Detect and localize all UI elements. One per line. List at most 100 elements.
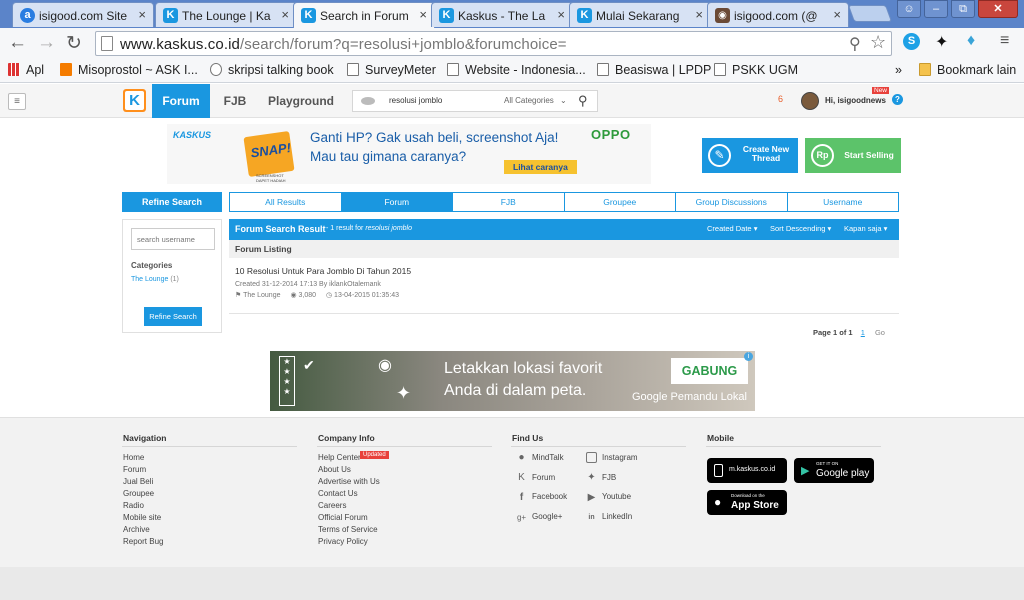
tab-group-discussions[interactable]: Group Discussions xyxy=(676,193,788,211)
search-bar[interactable]: resolusi jomblo All Categories ⌄ ⚲ xyxy=(352,90,598,112)
bookmark-item[interactable]: skripsi talking book xyxy=(210,63,334,77)
ghost-extension-icon[interactable]: ♦ xyxy=(967,32,975,50)
go-button[interactable]: Go xyxy=(875,328,885,337)
footer-link[interactable]: Privacy Policy xyxy=(318,537,368,546)
top-ad-banner[interactable]: KASKUS SNAP! SCREENSHOT DAPET HADIAH Gan… xyxy=(167,124,651,184)
sort-order[interactable]: Sort Descending ▾ xyxy=(770,224,831,233)
tab-fjb[interactable]: FJB xyxy=(453,193,565,211)
kaskus-logo[interactable]: K xyxy=(123,89,146,112)
browser-tab[interactable]: K Kaskus - The La × xyxy=(431,2,573,27)
chrome-menu-icon[interactable]: ≡ xyxy=(1000,32,1009,50)
close-tab-icon[interactable]: × xyxy=(419,7,427,22)
close-tab-icon[interactable]: × xyxy=(138,7,146,22)
browser-tab[interactable]: K The Lounge | Ka × xyxy=(155,2,297,27)
close-tab-icon[interactable]: × xyxy=(557,7,565,22)
username-search-input[interactable] xyxy=(131,228,215,250)
browser-tab[interactable]: ◉ isigood.com (@ × xyxy=(707,2,849,27)
maximize-button[interactable]: ⧉ xyxy=(951,0,975,18)
social-link[interactable]: LinkedIn xyxy=(602,512,632,521)
footer-link[interactable]: Help Center xyxy=(318,453,361,462)
social-link[interactable]: Google+ xyxy=(532,512,562,521)
tab-groupee[interactable]: Groupee xyxy=(565,193,676,211)
start-selling-button[interactable]: Rp Start Selling xyxy=(805,138,901,173)
footer-link[interactable]: Careers xyxy=(318,501,346,510)
nav-tab-forum[interactable]: Forum xyxy=(152,84,210,118)
close-tab-icon[interactable]: × xyxy=(695,7,703,22)
category-item-the-lounge[interactable]: The Lounge (1) xyxy=(131,276,179,283)
footer-link[interactable]: Official Forum xyxy=(318,513,368,522)
bookmark-item[interactable]: Website - Indonesia... xyxy=(447,63,586,77)
browser-tab[interactable]: a isigood.com Site × xyxy=(12,2,154,27)
footer-link[interactable]: Groupee xyxy=(123,489,154,498)
social-link[interactable]: Instagram xyxy=(602,453,638,462)
create-thread-button[interactable]: ✎ Create New Thread xyxy=(702,138,798,173)
page-number[interactable]: 1 xyxy=(861,328,865,337)
minimize-button[interactable]: – xyxy=(924,0,948,18)
tab-title: isigood.com (@ xyxy=(734,9,818,23)
banner-cta-button[interactable]: Lihat caranya xyxy=(504,160,577,174)
bookmark-item[interactable]: SurveyMeter xyxy=(347,63,436,77)
social-link[interactable]: MindTalk xyxy=(532,453,564,462)
tab-forum[interactable]: Forum xyxy=(341,193,453,211)
tab-all-results[interactable]: All Results xyxy=(230,193,342,211)
nav-tab-playground[interactable]: Playground xyxy=(268,84,334,118)
category-select[interactable]: All Categories ⌄ xyxy=(504,96,567,105)
close-window-button[interactable]: ✕ xyxy=(978,0,1018,18)
footer-link[interactable]: Forum xyxy=(123,465,146,474)
gabung-button[interactable]: GABUNG xyxy=(671,358,748,384)
forward-arrow-icon[interactable]: → xyxy=(37,32,56,54)
footer-link[interactable]: Radio xyxy=(123,501,144,510)
reload-icon[interactable]: ↻ xyxy=(66,32,82,55)
tab-username[interactable]: Username xyxy=(788,193,899,211)
footer-link[interactable]: Advertise with Us xyxy=(318,477,380,486)
bookmark-apps[interactable]: Apl xyxy=(8,63,44,77)
bookmark-item[interactable]: PSKK UGM xyxy=(714,63,798,77)
thread-forum[interactable]: The Lounge xyxy=(243,292,280,299)
bookmark-item[interactable]: Beasiswa | LPDP xyxy=(597,63,711,77)
sort-time-range[interactable]: Kapan saja ▾ xyxy=(844,224,887,233)
bookmark-star-icon[interactable]: ☆ xyxy=(870,32,886,53)
footer-link[interactable]: Jual Beli xyxy=(123,477,153,486)
app-store-button[interactable]: ● Download on the App Store xyxy=(707,490,787,515)
social-link[interactable]: Facebook xyxy=(532,492,567,501)
back-arrow-icon[interactable]: ← xyxy=(8,32,27,54)
avatar[interactable] xyxy=(801,92,819,110)
user-profile-icon[interactable]: ☺ xyxy=(897,0,921,18)
notification-count[interactable]: 6 xyxy=(778,94,783,104)
social-link[interactable]: Youtube xyxy=(602,492,631,501)
social-link[interactable]: FJB xyxy=(602,473,616,482)
footer-link[interactable]: Terms of Service xyxy=(318,525,378,534)
thread-title-link[interactable]: 10 Resolusi Untuk Para Jomblo Di Tahun 2… xyxy=(235,266,411,276)
search-input[interactable]: resolusi jomblo xyxy=(389,96,442,105)
ninja-extension-icon[interactable]: ✦ xyxy=(935,32,948,52)
sort-created-date[interactable]: Created Date ▾ xyxy=(707,224,757,233)
close-tab-icon[interactable]: × xyxy=(281,7,289,22)
browser-tab[interactable]: K Mulai Sekarang × xyxy=(569,2,711,27)
mkaskus-button[interactable]: m.kaskus.co.id xyxy=(707,458,787,483)
help-icon[interactable]: ? xyxy=(892,94,903,105)
footer-link[interactable]: Mobile site xyxy=(123,513,161,522)
skype-extension-icon[interactable]: S xyxy=(903,33,920,50)
user-greeting[interactable]: Hi, isigoodnews xyxy=(825,96,886,105)
bookmarks-overflow-icon[interactable]: » xyxy=(895,63,902,77)
zoom-search-icon[interactable]: ⚲ xyxy=(849,34,861,54)
footer-link[interactable]: Report Bug xyxy=(123,537,163,546)
google-play-button[interactable]: ▶ GET IT ON Google play xyxy=(794,458,874,483)
new-tab-button[interactable] xyxy=(847,5,893,22)
close-tab-icon[interactable]: × xyxy=(833,7,841,22)
hamburger-menu-icon[interactable]: ≡ xyxy=(8,93,26,110)
nav-tab-fjb[interactable]: FJB xyxy=(214,84,256,118)
footer-link[interactable]: About Us xyxy=(318,465,351,474)
social-link[interactable]: Forum xyxy=(532,473,555,482)
bookmark-item[interactable]: Misoprostol ~ ASK I... xyxy=(60,63,198,77)
footer-link[interactable]: Home xyxy=(123,453,144,462)
browser-tab-active[interactable]: K Search in Forum × xyxy=(293,2,435,29)
map-ad-banner[interactable]: ★ ★ ★ ★ ✔ ◉ ✦ Letakkan lokasi favorit Anda … xyxy=(270,351,755,411)
address-bar[interactable]: www.kaskus.co.id/search/forum?q=resolusi… xyxy=(95,31,892,56)
search-icon[interactable]: ⚲ xyxy=(578,93,588,109)
footer-link[interactable]: Archive xyxy=(123,525,150,534)
ad-info-icon[interactable]: i xyxy=(744,352,753,361)
footer-link[interactable]: Contact Us xyxy=(318,489,358,498)
other-bookmarks[interactable]: Bookmark lain xyxy=(919,63,1016,77)
refine-search-button[interactable]: Refine Search xyxy=(144,307,202,326)
